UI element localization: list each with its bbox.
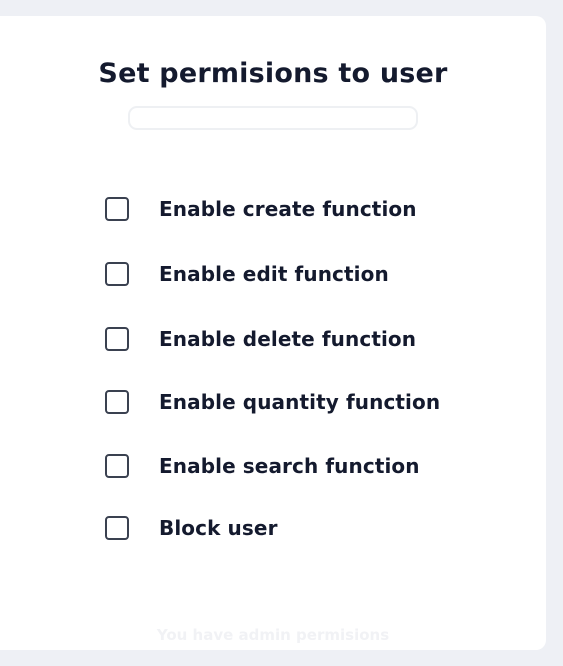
permission-create[interactable]: Enable create function [105, 195, 417, 223]
permission-quantity[interactable]: Enable quantity function [105, 388, 440, 416]
edit-checkbox[interactable] [105, 262, 129, 286]
permission-search[interactable]: Enable search function [105, 452, 420, 480]
block-user-checkbox[interactable] [105, 516, 129, 540]
permissions-card: Set permisions to user Enable create fun… [0, 16, 546, 650]
permission-label: Enable quantity function [159, 390, 441, 414]
permission-label: Enable search function [159, 454, 420, 478]
permission-label: Enable create function [159, 197, 417, 221]
admin-permissions-note: You have admin permisions [156, 626, 390, 644]
permission-block-user[interactable]: Block user [105, 514, 278, 542]
quantity-checkbox[interactable] [105, 390, 129, 414]
permission-label: Enable edit function [159, 262, 389, 286]
permission-delete[interactable]: Enable delete function [105, 325, 416, 353]
permission-list: Enable create function Enable edit funct… [0, 16, 546, 650]
search-checkbox[interactable] [105, 454, 129, 478]
create-checkbox[interactable] [105, 197, 129, 221]
permission-label: Block user [159, 516, 278, 540]
delete-checkbox[interactable] [105, 327, 129, 351]
permission-label: Enable delete function [159, 327, 417, 351]
permission-edit[interactable]: Enable edit function [105, 260, 389, 288]
